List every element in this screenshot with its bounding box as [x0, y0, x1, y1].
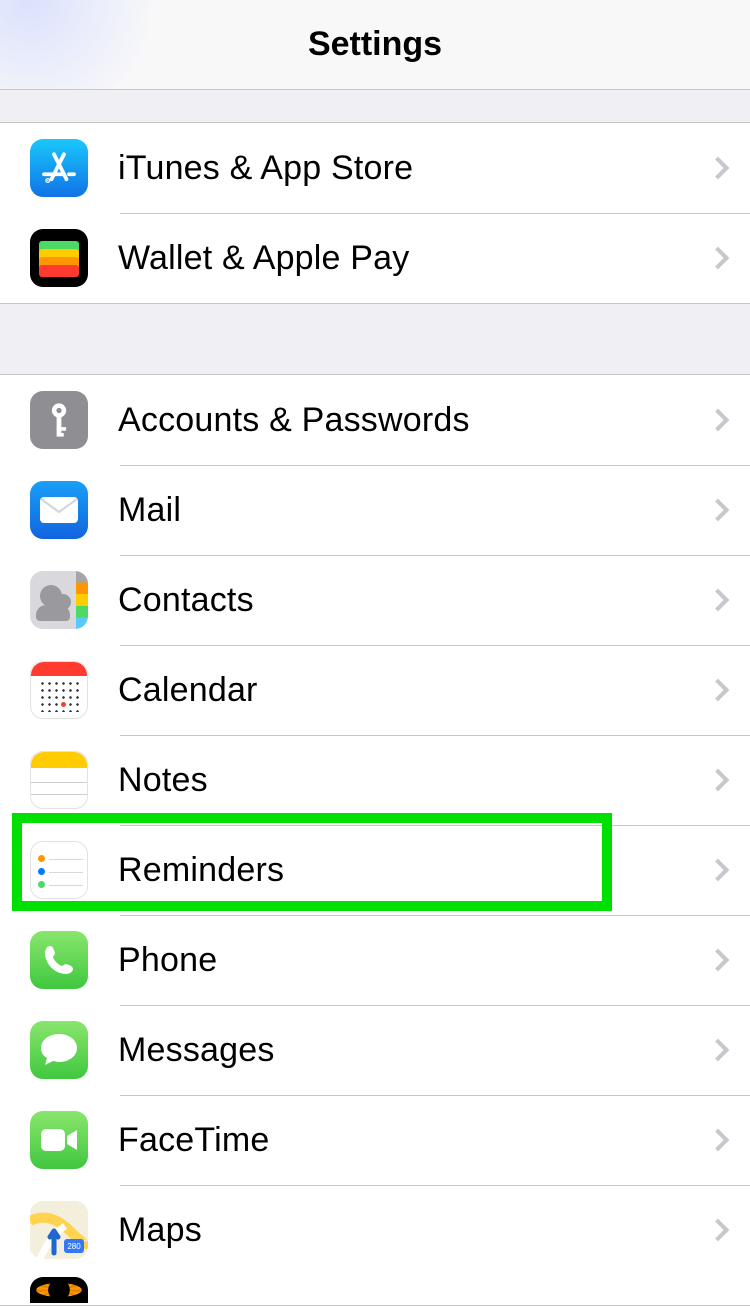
- chevron-right-icon: [707, 769, 730, 792]
- header-bar: Settings: [0, 0, 750, 90]
- section-gap: [0, 304, 750, 374]
- row-accounts-passwords[interactable]: Accounts & Passwords: [0, 375, 750, 465]
- row-facetime[interactable]: FaceTime: [0, 1095, 750, 1185]
- settings-group-store: iTunes & App Store Wallet & Apple Pay: [0, 122, 750, 304]
- chevron-right-icon: [707, 247, 730, 270]
- row-mail[interactable]: Mail: [0, 465, 750, 555]
- contacts-icon: [30, 571, 88, 629]
- facetime-icon: [30, 1111, 88, 1169]
- row-label: Mail: [118, 491, 710, 530]
- settings-group-apps: Accounts & Passwords Mail Contacts Calen…: [0, 374, 750, 1306]
- chevron-right-icon: [707, 499, 730, 522]
- row-notes[interactable]: Notes: [0, 735, 750, 825]
- wallet-icon: [30, 229, 88, 287]
- messages-icon: [30, 1021, 88, 1079]
- row-label: Phone: [118, 941, 710, 980]
- mail-icon: [30, 481, 88, 539]
- chevron-right-icon: [707, 1129, 730, 1152]
- row-label: FaceTime: [118, 1121, 710, 1160]
- chevron-right-icon: [707, 1039, 730, 1062]
- row-maps[interactable]: 280 Maps: [0, 1185, 750, 1275]
- chevron-right-icon: [707, 409, 730, 432]
- section-gap: [0, 90, 750, 122]
- row-itunes-app-store[interactable]: iTunes & App Store: [0, 123, 750, 213]
- chevron-right-icon: [707, 157, 730, 180]
- row-wallet-apple-pay[interactable]: Wallet & Apple Pay: [0, 213, 750, 303]
- row-messages[interactable]: Messages: [0, 1005, 750, 1095]
- page-title: Settings: [308, 25, 442, 64]
- row-label: Maps: [118, 1211, 710, 1250]
- row-label: Contacts: [118, 581, 710, 620]
- maps-icon: 280: [30, 1201, 88, 1259]
- chevron-right-icon: [707, 679, 730, 702]
- row-label: Notes: [118, 761, 710, 800]
- chevron-right-icon: [707, 1219, 730, 1242]
- row-reminders[interactable]: Reminders: [0, 825, 750, 915]
- row-phone[interactable]: Phone: [0, 915, 750, 1005]
- calendar-icon: [30, 661, 88, 719]
- chevron-right-icon: [707, 949, 730, 972]
- row-label: iTunes & App Store: [118, 149, 710, 188]
- row-label: Reminders: [118, 851, 710, 890]
- phone-icon: [30, 931, 88, 989]
- row-partial-next[interactable]: [0, 1275, 750, 1305]
- row-calendar[interactable]: Calendar: [0, 645, 750, 735]
- partial-icon: [30, 1277, 88, 1303]
- row-label: Accounts & Passwords: [118, 401, 710, 440]
- key-icon: [30, 391, 88, 449]
- app-store-icon: [30, 139, 88, 197]
- row-label: Calendar: [118, 671, 710, 710]
- chevron-right-icon: [707, 589, 730, 612]
- row-label: Messages: [118, 1031, 710, 1070]
- chevron-right-icon: [707, 859, 730, 882]
- svg-text:280: 280: [67, 1242, 81, 1251]
- row-contacts[interactable]: Contacts: [0, 555, 750, 645]
- row-label: Wallet & Apple Pay: [118, 239, 710, 278]
- reminders-icon: [30, 841, 88, 899]
- notes-icon: [30, 751, 88, 809]
